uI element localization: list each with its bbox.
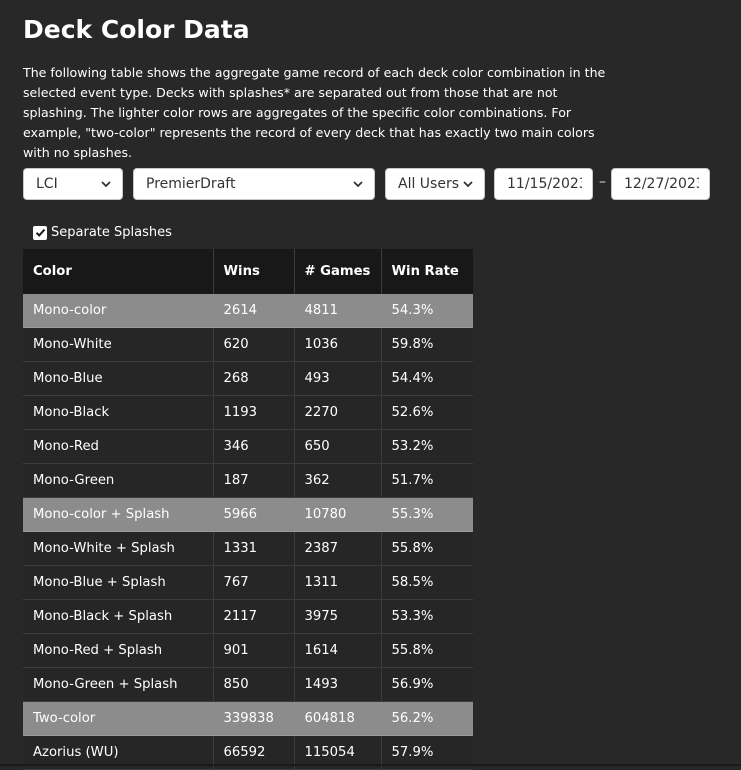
cell-games: 650 bbox=[294, 429, 382, 464]
cell-color: Mono-Black bbox=[23, 395, 214, 430]
start-date-value: 11/15/2023 bbox=[507, 176, 582, 192]
cell-win-rate: 53.3% bbox=[381, 599, 473, 634]
start-date-input[interactable]: 11/15/2023 bbox=[494, 168, 593, 200]
cell-wins: 767 bbox=[213, 565, 295, 600]
cell-win-rate: 59.8% bbox=[381, 327, 473, 362]
cell-win-rate: 51.7% bbox=[381, 463, 473, 498]
cell-wins: 850 bbox=[213, 667, 295, 702]
users-select-value: All Users bbox=[398, 176, 460, 192]
cell-wins: 901 bbox=[213, 633, 295, 668]
cell-games: 1311 bbox=[294, 565, 382, 600]
cell-win-rate: 54.3% bbox=[381, 294, 473, 328]
table-row: Mono-color + Splash 5966 10780 55.3% bbox=[23, 497, 473, 532]
chevron-down-icon bbox=[463, 181, 473, 188]
table-row: Mono-White 620 1036 59.8% bbox=[23, 327, 473, 362]
event-type-select-value: PremierDraft bbox=[146, 176, 236, 192]
table-row: Mono-Black + Splash 2117 3975 53.3% bbox=[23, 599, 473, 634]
cell-games: 2387 bbox=[294, 531, 382, 566]
checkmark-icon bbox=[35, 228, 45, 237]
table-row: Mono-Red + Splash 901 1614 55.8% bbox=[23, 633, 473, 668]
event-type-select[interactable]: PremierDraft bbox=[133, 168, 375, 200]
cell-games: 362 bbox=[294, 463, 382, 498]
cell-win-rate: 56.2% bbox=[381, 701, 473, 736]
separate-splashes-label: Separate Splashes bbox=[51, 225, 172, 240]
header-games[interactable]: # Games bbox=[294, 249, 382, 294]
cell-wins: 620 bbox=[213, 327, 295, 362]
page-title: Deck Color Data bbox=[23, 15, 250, 44]
separate-splashes-toggle[interactable]: Separate Splashes bbox=[33, 225, 172, 240]
table-header-row: Color Wins # Games Win Rate bbox=[23, 249, 473, 294]
cell-win-rate: 55.8% bbox=[381, 633, 473, 668]
end-date-input[interactable]: 12/27/2023 bbox=[611, 168, 710, 200]
cell-wins: 5966 bbox=[213, 497, 295, 532]
set-select[interactable]: LCI bbox=[23, 168, 123, 200]
cell-color: Mono-White + Splash bbox=[23, 531, 214, 566]
cell-color: Mono-color + Splash bbox=[23, 497, 214, 532]
end-date-value: 12/27/2023 bbox=[624, 176, 699, 192]
header-win-rate[interactable]: Win Rate bbox=[381, 249, 473, 294]
cell-win-rate: 54.4% bbox=[381, 361, 473, 396]
cell-color: Mono-Red bbox=[23, 429, 214, 464]
table-row: Mono-Green 187 362 51.7% bbox=[23, 463, 473, 498]
cell-color: Mono-White bbox=[23, 327, 214, 362]
table-row: Mono-Black 1193 2270 52.6% bbox=[23, 395, 473, 430]
chevron-down-icon bbox=[101, 181, 111, 188]
cell-games: 10780 bbox=[294, 497, 382, 532]
cell-color: Mono-Green bbox=[23, 463, 214, 498]
table-row: Mono-Blue 268 493 54.4% bbox=[23, 361, 473, 396]
cell-win-rate: 55.3% bbox=[381, 497, 473, 532]
cell-wins: 1331 bbox=[213, 531, 295, 566]
page-description: The following table shows the aggregate … bbox=[23, 65, 606, 160]
header-color[interactable]: Color bbox=[23, 249, 214, 294]
cell-win-rate: 55.8% bbox=[381, 531, 473, 566]
users-select[interactable]: All Users bbox=[385, 168, 485, 200]
cell-color: Mono-Black + Splash bbox=[23, 599, 214, 634]
cell-games: 3975 bbox=[294, 599, 382, 634]
cell-color: Mono-Blue + Splash bbox=[23, 565, 214, 600]
cell-games: 4811 bbox=[294, 294, 382, 328]
table-row: Mono-Green + Splash 850 1493 56.9% bbox=[23, 667, 473, 702]
cell-wins: 268 bbox=[213, 361, 295, 396]
cell-color: Mono-Blue bbox=[23, 361, 214, 396]
separate-splashes-checkbox[interactable] bbox=[33, 225, 47, 240]
cell-wins: 187 bbox=[213, 463, 295, 498]
cell-wins: 2117 bbox=[213, 599, 295, 634]
set-select-value: LCI bbox=[36, 176, 58, 192]
cell-games: 604818 bbox=[294, 701, 382, 736]
cell-games: 1493 bbox=[294, 667, 382, 702]
table-row: Mono-Blue + Splash 767 1311 58.5% bbox=[23, 565, 473, 600]
cell-games: 2270 bbox=[294, 395, 382, 430]
cell-color: Mono-color bbox=[23, 294, 214, 328]
cell-color: Mono-Red + Splash bbox=[23, 633, 214, 668]
cell-win-rate: 53.2% bbox=[381, 429, 473, 464]
cell-wins: 2614 bbox=[213, 294, 295, 328]
table-row: Mono-Red 346 650 53.2% bbox=[23, 429, 473, 464]
table-row: Two-color 339838 604818 56.2% bbox=[23, 701, 473, 736]
cell-win-rate: 56.9% bbox=[381, 667, 473, 702]
cell-wins: 339838 bbox=[213, 701, 295, 736]
cell-win-rate: 58.5% bbox=[381, 565, 473, 600]
cell-win-rate: 52.6% bbox=[381, 395, 473, 430]
date-range-separator: – bbox=[599, 174, 606, 190]
cell-games: 493 bbox=[294, 361, 382, 396]
cell-games: 1036 bbox=[294, 327, 382, 362]
table-row: Mono-color 2614 4811 54.3% bbox=[23, 294, 473, 328]
cell-wins: 346 bbox=[213, 429, 295, 464]
cell-color: Mono-Green + Splash bbox=[23, 667, 214, 702]
table-row: Mono-White + Splash 1331 2387 55.8% bbox=[23, 531, 473, 566]
cell-games: 1614 bbox=[294, 633, 382, 668]
cell-color: Two-color bbox=[23, 701, 214, 736]
header-wins[interactable]: Wins bbox=[213, 249, 295, 294]
chevron-down-icon bbox=[353, 181, 363, 188]
cell-wins: 1193 bbox=[213, 395, 295, 430]
deck-color-table: Color Wins # Games Win Rate Mono-color 26… bbox=[23, 249, 473, 770]
